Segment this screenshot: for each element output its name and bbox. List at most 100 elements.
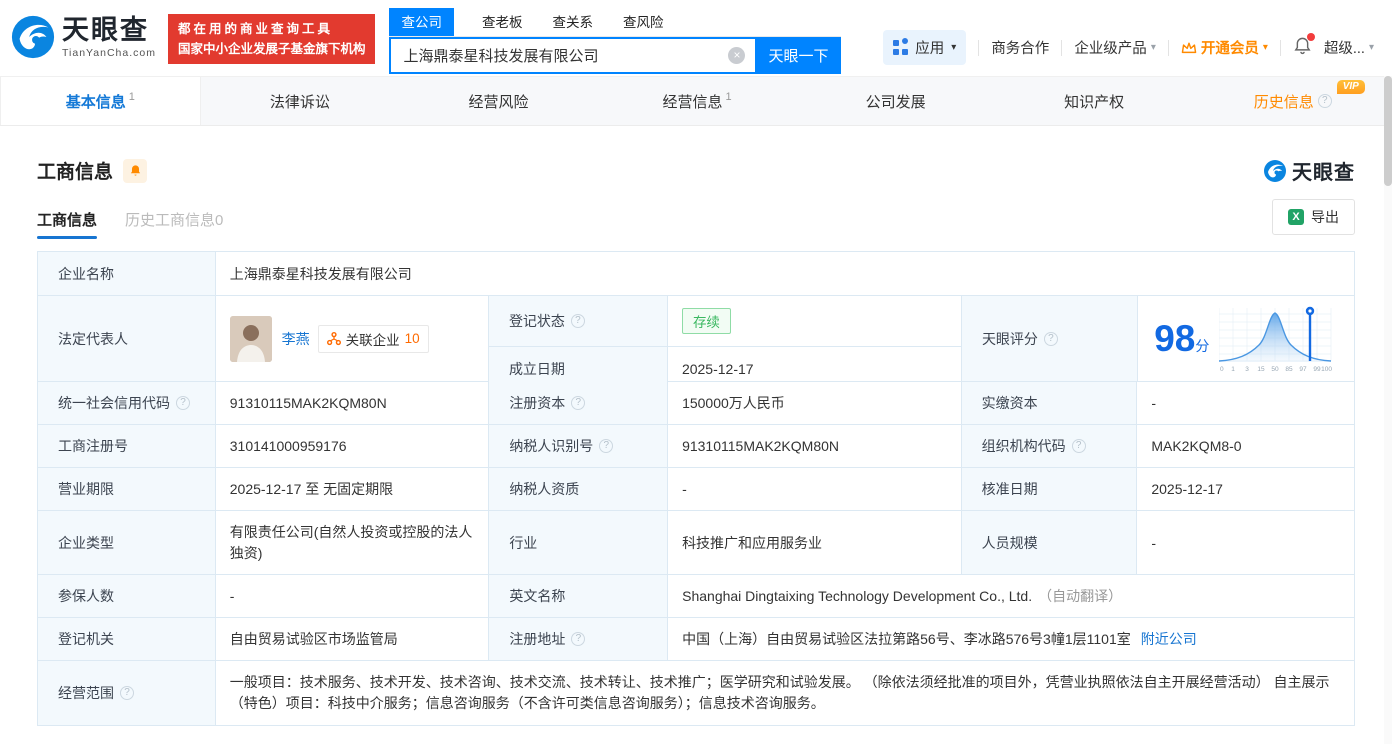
tab-operation-info[interactable]: 经营信息 1 [598,77,797,125]
related-count: 10 [404,331,420,346]
search-tab-boss[interactable]: 查老板 [480,8,525,36]
table-row: 营业期限 2025-12-17 至 无固定期限 纳税人资质 - 核准日期 202… [38,468,1354,511]
table-row: 工商注册号 310141000959176 纳税人识别号? 91310115MA… [38,425,1354,468]
promo-line1: 都在用的商业查询工具 [177,22,333,36]
logo-title: 天眼查 [62,15,149,45]
subscribe-bell-icon[interactable] [123,158,148,183]
search-input[interactable] [389,37,756,74]
help-icon[interactable]: ? [571,396,586,410]
subtab-business-info[interactable]: 工商信息 [37,209,98,239]
page-scrollbar[interactable] [1384,76,1392,744]
legal-rep-link[interactable]: 李燕 [282,329,310,349]
table-row: 经营范围? 一般项目：技术服务、技术开发、技术咨询、技术交流、技术转让、技术推广… [38,661,1354,725]
tab-company-development[interactable]: 公司发展 [796,77,995,125]
divider [978,39,980,56]
chevron-down-icon: ▾ [1262,42,1268,53]
subtab-history-business-info[interactable]: 历史工商信息0 [125,209,223,239]
address-value: 中国（上海）自由贸易试验区法拉第路56号、李冰路576号3幢1层1101室 附近… [682,629,1197,649]
help-icon[interactable]: ? [570,314,585,328]
field-label: 工商注册号 [38,425,216,467]
vip-badge: VIP [1336,80,1365,94]
company-tabbar: 基本信息 1 法律诉讼 经营风险 经营信息 1 公司发展 知识产权 VIP 历史信息… [0,76,1392,126]
tab-count: 1 [725,91,732,103]
field-label: 营业期限 [38,468,216,510]
help-icon[interactable]: ? [120,686,134,700]
taxpayer-id-value: 91310115MAK2KQM80N [668,425,962,467]
promo-line2: 国家中小企业发展子基金旗下机构 [177,42,366,56]
paid-capital-value: - [1151,395,1157,411]
search-button[interactable]: 天眼一下 [755,37,842,74]
nearby-companies-link[interactable]: 附近公司 [1141,629,1197,649]
reg-status-value: 存续 [668,296,962,346]
help-icon[interactable]: ? [1317,94,1332,108]
tab-operation-risk[interactable]: 经营风险 [399,77,598,125]
main-content: 工商信息 天眼查 工商信息 历史工商信息0 X 导出 企业名称 上海鼎泰星科技发… [0,156,1392,726]
tab-history-info[interactable]: VIP 历史信息 ? [1193,77,1392,125]
taxpayer-quality-value: - [668,468,962,510]
nav-open-vip[interactable]: 开通会员 ▾ [1181,37,1268,58]
tab-legal[interactable]: 法律诉讼 [201,77,400,125]
approval-date-value: 2025-12-17 [1151,481,1223,497]
org-chart-icon [326,331,341,345]
score-axis-ticks: 0 1 3 15 50 85 97 99 100 [1220,366,1332,373]
field-label: 企业类型 [38,511,216,574]
reg-number-value: 310141000959176 [216,425,490,467]
svg-text:99: 99 [1314,366,1322,373]
score-value: 98 [1154,318,1196,359]
scrollbar-thumb[interactable] [1384,76,1392,186]
tab-intellectual-property[interactable]: 知识产权 [995,77,1194,125]
table-row: 参保人数 - 英文名称 Shanghai Dingtaixing Technol… [38,575,1354,618]
svg-text:3: 3 [1246,366,1250,373]
legal-rep-avatar[interactable] [229,315,272,362]
score-distribution-chart: 0 1 3 15 50 85 97 99 100 [1219,306,1333,373]
search-tabs: 查公司 查老板 查关系 查风险 [389,8,842,37]
nav-cooperation[interactable]: 商务合作 [991,37,1049,58]
svg-text:100: 100 [1321,366,1332,373]
field-label: 人员规模 [961,511,1138,574]
svg-text:1: 1 [1232,366,1236,373]
logo-subtitle: TianYanCha.com [62,47,156,59]
reg-capital-value: 150000万人民币 [668,382,962,424]
top-header: 天眼查 TianYanCha.com 都在用的商业查询工具 国家中小企业发展子基… [0,0,1392,76]
table-row: 登记机关 自由贸易试验区市场监管局 注册地址? 中国（上海）自由贸易试验区法拉第… [38,618,1354,661]
apps-menu[interactable]: 应用 ▾ [883,30,967,65]
help-icon[interactable]: ? [599,439,614,453]
help-icon[interactable]: ? [571,632,586,646]
table-row: 企业类型 有限责任公司(自然人投资或控股的法人独资) 行业 科技推广和应用服务业… [38,511,1354,575]
field-label: 参保人数 [38,575,216,617]
search-tab-risk[interactable]: 查风险 [621,8,666,36]
field-label: 英文名称 [489,575,669,617]
promo-banner: 都在用的商业查询工具 国家中小企业发展子基金旗下机构 [167,14,376,64]
search-tab-company[interactable]: 查公司 [389,8,454,36]
field-label: 经营范围? [38,661,216,725]
apps-label: 应用 [915,41,945,57]
svg-text:0: 0 [1220,366,1224,373]
search-tab-relation[interactable]: 查关系 [550,8,595,36]
export-button[interactable]: X 导出 [1272,199,1355,235]
business-term-value: 2025-12-17 至 无固定期限 [216,468,490,510]
nav-enterprise[interactable]: 企业级产品 ▾ [1074,37,1156,58]
field-label: 纳税人资质 [489,468,669,510]
nav-super-vip[interactable]: 超级... ▾ [1324,37,1374,58]
help-icon[interactable]: ? [1071,439,1086,453]
svg-text:15: 15 [1258,366,1266,373]
tianyancha-logo[interactable]: 天眼查 TianYanCha.com [10,14,156,60]
field-label: 纳税人识别号? [489,425,669,467]
credit-code-value: 91310115MAK2KQM80N [216,382,490,424]
help-icon[interactable]: ? [1043,331,1058,346]
help-icon[interactable]: ? [176,396,190,410]
watermark-text: 天眼查 [1292,162,1355,184]
legal-rep-cell: 李燕 关联企业 10 [216,296,489,381]
business-scope-value: 一般项目：技术服务、技术开发、技术咨询、技术交流、技术转让、技术推广；医学研究和… [229,674,1330,711]
apps-grid-icon [893,38,909,55]
notification-dot [1306,33,1315,41]
table-row: 统一社会信用代码? 91310115MAK2KQM80N 注册资本? 15000… [38,382,1354,425]
field-label: 登记机关 [38,618,216,660]
tab-basic-info[interactable]: 基本信息 1 [0,77,201,125]
excel-icon: X [1288,209,1304,225]
notification-bell-icon[interactable] [1293,33,1315,59]
field-label: 注册资本? [489,382,669,424]
field-label: 登记状态? [488,296,668,346]
related-companies-badge[interactable]: 关联企业 10 [317,324,429,353]
table-row: 企业名称 上海鼎泰星科技发展有限公司 [38,252,1354,296]
